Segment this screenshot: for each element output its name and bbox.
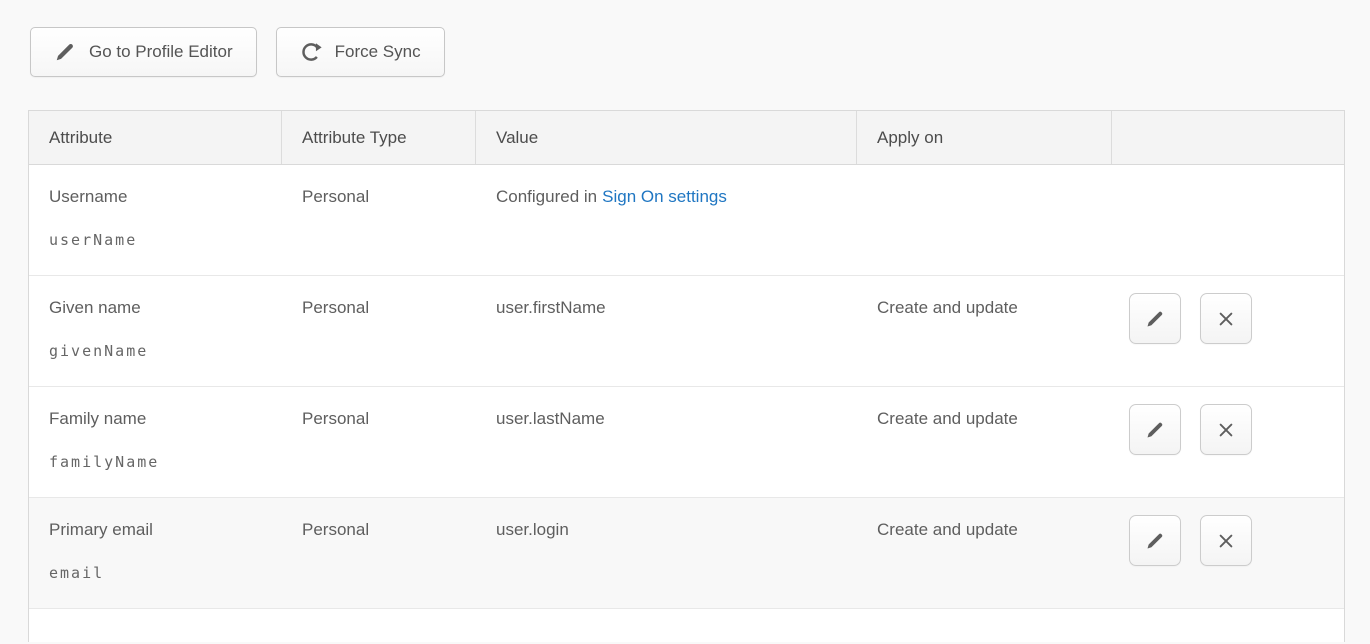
attribute-cell: Given name givenName bbox=[29, 276, 282, 386]
delete-attribute-button[interactable] bbox=[1200, 293, 1252, 344]
edit-attribute-button[interactable] bbox=[1129, 404, 1181, 455]
header-value: Value bbox=[476, 111, 857, 164]
table-row-family-name: Family name familyName Personal user.las… bbox=[29, 387, 1344, 498]
attribute-label: Given name bbox=[49, 297, 270, 318]
go-to-profile-editor-label: Go to Profile Editor bbox=[89, 42, 233, 62]
edit-attribute-button[interactable] bbox=[1129, 515, 1181, 566]
refresh-icon bbox=[300, 41, 322, 63]
toolbar: Go to Profile Editor Force Sync bbox=[0, 0, 1370, 77]
attribute-code: userName bbox=[49, 230, 270, 251]
table-row-given-name: Given name givenName Personal user.first… bbox=[29, 276, 1344, 387]
actions-cell bbox=[1112, 165, 1344, 275]
header-actions bbox=[1112, 111, 1344, 164]
attribute-mapping-table: Attribute Attribute Type Value Apply on … bbox=[28, 110, 1345, 642]
attribute-label: Family name bbox=[49, 408, 270, 429]
table-header-row: Attribute Attribute Type Value Apply on bbox=[29, 110, 1344, 165]
apply-on-cell: Create and update bbox=[857, 276, 1112, 386]
attribute-label: Primary email bbox=[49, 519, 270, 540]
header-attribute: Attribute bbox=[29, 111, 282, 164]
value-prefix: Configured in bbox=[496, 187, 597, 206]
actions-cell bbox=[1112, 387, 1344, 497]
attribute-type-cell: Personal bbox=[282, 165, 476, 275]
attribute-cell: Family name familyName bbox=[29, 387, 282, 497]
next-row-partial bbox=[29, 609, 1344, 642]
pencil-icon bbox=[1145, 420, 1165, 440]
apply-on-cell: Create and update bbox=[857, 387, 1112, 497]
attribute-type-cell: Personal bbox=[282, 498, 476, 608]
go-to-profile-editor-button[interactable]: Go to Profile Editor bbox=[30, 27, 257, 77]
force-sync-label: Force Sync bbox=[335, 42, 421, 62]
value-cell: user.lastName bbox=[476, 387, 857, 497]
value-cell: user.login bbox=[476, 498, 857, 608]
value-cell: user.firstName bbox=[476, 276, 857, 386]
value-cell: Configured in Sign On settings bbox=[476, 165, 857, 275]
attribute-code: givenName bbox=[49, 341, 270, 362]
apply-on-cell: Create and update bbox=[857, 498, 1112, 608]
table-row-username: Username userName Personal Configured in… bbox=[29, 165, 1344, 276]
apply-on-cell bbox=[857, 165, 1112, 275]
pencil-icon bbox=[1145, 309, 1165, 329]
header-attribute-type: Attribute Type bbox=[282, 111, 476, 164]
x-icon bbox=[1216, 531, 1236, 551]
actions-cell bbox=[1112, 276, 1344, 386]
pencil-icon bbox=[54, 41, 76, 63]
edit-attribute-button[interactable] bbox=[1129, 293, 1181, 344]
pencil-icon bbox=[1145, 531, 1165, 551]
x-icon bbox=[1216, 309, 1236, 329]
delete-attribute-button[interactable] bbox=[1200, 404, 1252, 455]
header-apply-on: Apply on bbox=[857, 111, 1112, 164]
sign-on-settings-link[interactable]: Sign On settings bbox=[602, 187, 727, 206]
attribute-type-cell: Personal bbox=[282, 387, 476, 497]
attribute-type-cell: Personal bbox=[282, 276, 476, 386]
actions-cell bbox=[1112, 498, 1344, 608]
table-row-primary-email: Primary email email Personal user.login … bbox=[29, 498, 1344, 609]
attribute-label: Username bbox=[49, 186, 270, 207]
attribute-cell: Primary email email bbox=[29, 498, 282, 608]
force-sync-button[interactable]: Force Sync bbox=[276, 27, 445, 77]
attribute-code: familyName bbox=[49, 452, 270, 473]
attribute-cell: Username userName bbox=[29, 165, 282, 275]
x-icon bbox=[1216, 420, 1236, 440]
attribute-code: email bbox=[49, 563, 270, 584]
delete-attribute-button[interactable] bbox=[1200, 515, 1252, 566]
